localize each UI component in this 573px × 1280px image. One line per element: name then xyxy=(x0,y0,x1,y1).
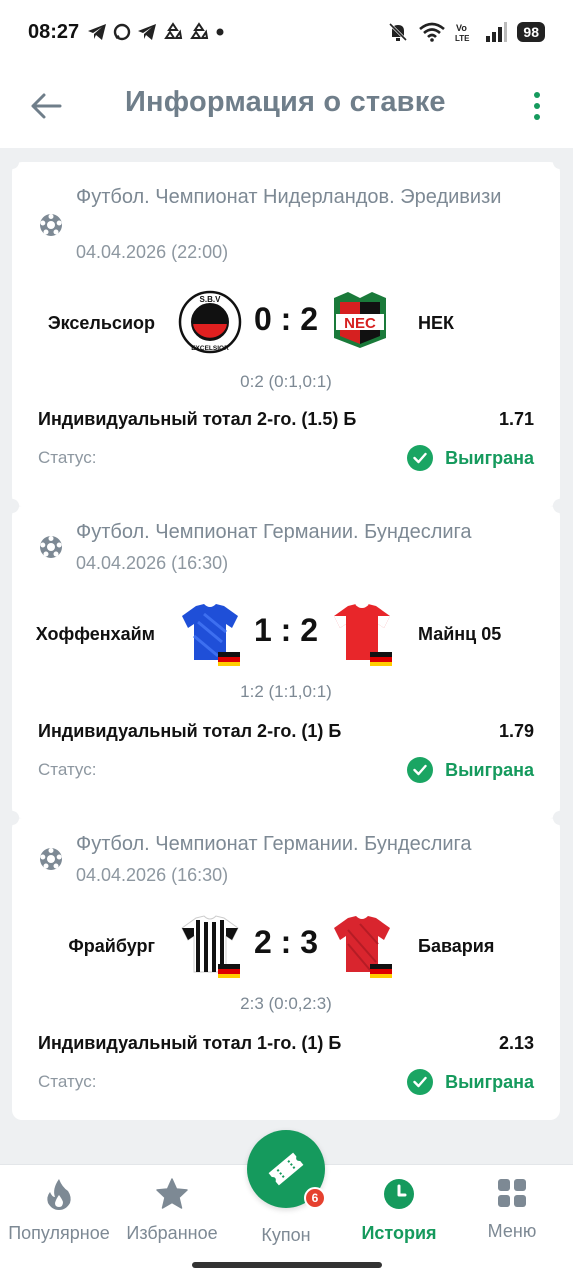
nav-menu-label: Меню xyxy=(487,1221,537,1241)
bet-odds: 2.13 xyxy=(498,1033,534,1053)
clock-icon xyxy=(384,1179,414,1209)
bet-odds: 1.71 xyxy=(498,409,534,429)
blue-jersey-icon xyxy=(182,604,240,666)
flame-icon xyxy=(47,1179,71,1210)
mute-icon xyxy=(389,22,408,42)
nav-favorites-label: Избранное xyxy=(126,1223,218,1243)
wifi-icon xyxy=(419,22,446,42)
nav-history-label: История xyxy=(361,1223,437,1243)
nav-history[interactable]: История xyxy=(342,1177,456,1244)
dot-icon xyxy=(216,28,224,36)
status-badge: Выиграна xyxy=(407,757,534,783)
nav-popular-label: Популярное xyxy=(8,1223,110,1243)
bet-type: Индивидуальный тотал 2-го. (1.5) Б xyxy=(38,409,357,429)
check-icon xyxy=(407,757,434,783)
status-text: Выиграна xyxy=(445,1071,534,1092)
league-name: Футбол. Чемпионат Германии. Бундеслига xyxy=(76,521,472,543)
bet-type: Индивидуальный тотал 2-го. (1) Б xyxy=(38,721,342,741)
coupon-count-badge: 6 xyxy=(304,1187,326,1209)
away-team-name: НЕК xyxy=(418,313,454,333)
status-bar: 08:27 Vo LTE 98 xyxy=(0,0,573,64)
svg-text:S.B.V: S.B.V xyxy=(200,295,222,304)
svg-text:Vo: Vo xyxy=(456,23,467,33)
excelsior-logo: S.B.V EXCELSIOR xyxy=(178,290,242,354)
svg-text:EXCELSIOR: EXCELSIOR xyxy=(191,345,229,352)
star-icon xyxy=(156,1178,188,1209)
telegram-icon xyxy=(88,24,107,40)
more-vertical-icon xyxy=(534,92,540,98)
status-text: Выиграна xyxy=(445,759,534,780)
nec-logo: NEC xyxy=(334,292,386,348)
nav-coupon-label: Купон xyxy=(261,1225,311,1245)
nav-popular[interactable]: Популярное xyxy=(2,1177,116,1244)
detailed-score: 0:2 (0:1,0:1) xyxy=(240,372,332,391)
away-team-name: Бавария xyxy=(418,936,495,956)
ticket-icon xyxy=(268,1152,304,1186)
grid-menu-icon xyxy=(498,1179,526,1207)
bet-odds: 1.79 xyxy=(498,721,534,741)
event-date: 04.04.2026 (16:30) xyxy=(76,865,229,885)
page-title: Информация о ставке xyxy=(125,86,446,118)
check-icon xyxy=(407,445,434,471)
bet-details-list[interactable]: Футбол. Чемпионат Нидерландов. Эредивизи… xyxy=(0,148,573,1164)
home-team-name: Хоффенхайм xyxy=(35,624,155,644)
signal-icon xyxy=(486,22,508,42)
away-team-name: Майнц 05 xyxy=(418,624,502,644)
telegram-icon xyxy=(138,24,157,40)
home-indicator[interactable] xyxy=(192,1262,382,1268)
arrow-left-icon xyxy=(31,93,62,119)
event-date: 04.04.2026 (16:30) xyxy=(76,553,229,573)
red-white-jersey-icon xyxy=(334,603,392,666)
detailed-score: 1:2 (1:1,0:1) xyxy=(240,682,332,701)
red-jersey-icon xyxy=(334,916,392,978)
status-badge: Выиграна xyxy=(407,445,534,471)
notification-icons xyxy=(87,22,225,42)
status-text: Выиграна xyxy=(445,447,534,468)
app-header: Информация о ставке xyxy=(0,64,573,148)
back-button[interactable] xyxy=(26,86,66,126)
status-label: Статус: xyxy=(38,448,97,467)
event-date: 04.04.2026 (22:00) xyxy=(76,242,229,262)
battery-indicator: 98 xyxy=(517,22,545,42)
black-white-striped-jersey-icon xyxy=(181,915,240,978)
svg-text:LTE: LTE xyxy=(455,34,470,43)
league-name: Футбол. Чемпионат Германии. Бундеслига xyxy=(76,833,472,855)
nav-favorites[interactable]: Избранное xyxy=(115,1177,229,1244)
home-team-name: Эксельсиор xyxy=(47,313,155,333)
home-team-name: Фрайбург xyxy=(68,936,155,956)
nav-menu[interactable]: Меню xyxy=(455,1177,569,1242)
status-badge: Выиграна xyxy=(407,1069,534,1095)
match-score: 0 : 2 xyxy=(253,301,319,337)
bet-event-card: Футбол. Чемпионат Германии. Бундеслига 0… xyxy=(5,811,567,1120)
volte-icon: VoLTE xyxy=(455,23,470,43)
bet-event-card: Футбол. Чемпионат Германии. Бундеслига 0… xyxy=(5,499,567,825)
match-score: 1 : 2 xyxy=(253,612,319,648)
check-icon xyxy=(407,1069,434,1095)
match-score: 2 : 3 xyxy=(253,924,319,960)
recycle-icon xyxy=(164,22,183,39)
league-name: Футбол. Чемпионат Нидерландов. Эредивизи xyxy=(76,186,502,208)
detailed-score: 2:3 (0:0,2:3) xyxy=(240,994,332,1013)
bet-type: Индивидуальный тотал 1-го. (1) Б xyxy=(38,1033,342,1053)
chat-icon xyxy=(113,23,131,41)
status-label: Статус: xyxy=(38,1072,97,1091)
soccer-ball-icon xyxy=(40,536,62,558)
bet-event-card: Футбол. Чемпионат Нидерландов. Эредивизи… xyxy=(5,155,567,513)
recycle-icon xyxy=(190,22,209,39)
soccer-ball-icon xyxy=(40,214,62,236)
soccer-ball-icon xyxy=(40,848,62,870)
status-time: 08:27 xyxy=(28,20,80,43)
status-label: Статус: xyxy=(38,760,97,779)
more-options-button[interactable] xyxy=(525,86,549,126)
svg-text:NEC: NEC xyxy=(344,315,376,332)
